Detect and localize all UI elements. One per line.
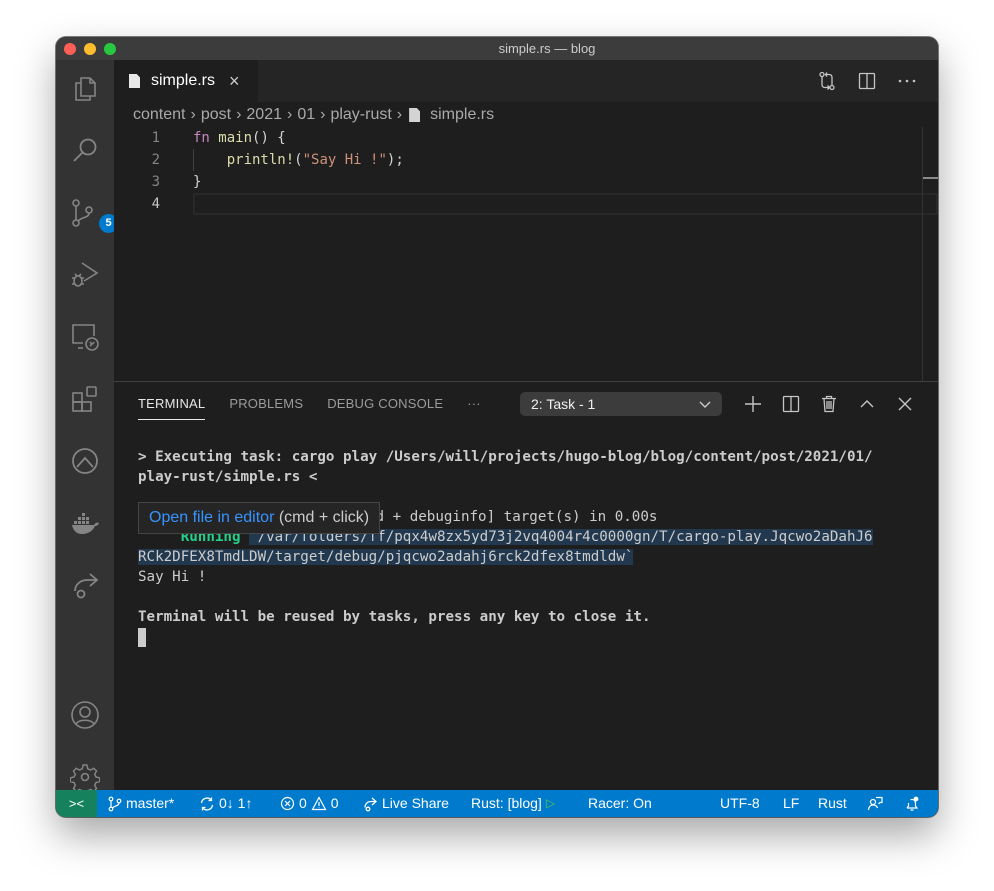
breadcrumb-item[interactable]: 2021 xyxy=(246,104,282,126)
terminal-line xyxy=(138,627,928,647)
executable-path-link[interactable]: RCk2DFEX8TmdLDW/target/debug/pjqcwo2adah… xyxy=(138,549,634,565)
editor-tab-bar: simple.rs × xyxy=(114,60,938,102)
gear-icon[interactable] xyxy=(69,762,101,796)
new-terminal-icon[interactable] xyxy=(742,392,764,416)
scrollbar-cursor-marker xyxy=(923,177,938,179)
code-editor[interactable]: 1 fn main() { 2 println!("Say Hi !"); 3 … xyxy=(114,127,938,215)
code-line: 3 } xyxy=(114,171,938,193)
status-bar: >< master* 0↓ 1↑ 0 0 Live Share Rust: [b… xyxy=(56,790,938,817)
encoding-status[interactable]: UTF-8 xyxy=(720,790,760,817)
tab-label: simple.rs xyxy=(151,72,216,89)
account-icon[interactable] xyxy=(70,700,100,730)
problems-status[interactable]: 0 0 xyxy=(280,790,339,817)
open-changes-icon[interactable] xyxy=(816,69,838,93)
file-icon xyxy=(409,108,421,122)
terminal-select[interactable]: 2: Task - 1 xyxy=(520,392,722,416)
breadcrumb-item[interactable]: play-rust xyxy=(330,104,391,126)
tab-terminal[interactable]: TERMINAL xyxy=(138,394,206,420)
source-control-icon[interactable]: 5 xyxy=(70,198,118,233)
terminal-line: > Executing task: cargo play /Users/will… xyxy=(138,449,873,465)
breadcrumb-item[interactable]: post xyxy=(201,104,231,126)
live-share-icon xyxy=(364,797,377,811)
breadcrumb: content › post › 2021 › 01 › play-rust ›… xyxy=(133,104,494,126)
more-actions-icon[interactable] xyxy=(896,69,918,93)
feedback-icon[interactable] xyxy=(867,790,883,817)
open-file-link[interactable]: Open file in editor xyxy=(149,509,274,526)
docker-icon[interactable] xyxy=(70,508,100,538)
breadcrumb-item[interactable]: 01 xyxy=(297,104,315,126)
git-branch-icon xyxy=(108,796,122,811)
live-share-icon[interactable] xyxy=(70,570,100,600)
editor-tab-simple-rs[interactable]: simple.rs × xyxy=(114,60,258,102)
panel-actions xyxy=(742,392,916,416)
terminal-line: play-rust/simple.rs < xyxy=(138,469,318,485)
sync-icon xyxy=(200,796,214,811)
tab-problems[interactable]: PROBLEMS xyxy=(229,394,303,420)
eol-status[interactable]: LF xyxy=(783,790,799,817)
panel-more-button[interactable]: ··· xyxy=(467,394,481,420)
breadcrumb-item[interactable]: content xyxy=(133,104,185,126)
breadcrumb-separator: › xyxy=(286,106,293,123)
live-share-status[interactable]: Live Share xyxy=(362,790,449,817)
play-icon: ▷ xyxy=(545,796,556,810)
line-number: 2 xyxy=(151,152,160,168)
panel-tabs: TERMINAL PROBLEMS DEBUG CONSOLE ··· xyxy=(138,394,481,420)
terminal-cursor xyxy=(138,628,146,647)
split-terminal-icon[interactable] xyxy=(780,392,802,416)
bottom-panel: TERMINAL PROBLEMS DEBUG CONSOLE ··· 2: T… xyxy=(114,381,938,790)
run-debug-icon[interactable] xyxy=(70,260,100,290)
terminal-select-value: 2: Task - 1 xyxy=(531,396,596,412)
breadcrumb-separator: › xyxy=(190,106,196,123)
line-number: 3 xyxy=(151,174,160,190)
editor-actions xyxy=(816,69,918,93)
hover-hint: (cmd + click) xyxy=(274,509,370,526)
remote-explorer-icon[interactable] xyxy=(70,322,100,352)
terminal-output[interactable]: > Executing task: cargo play /Users/will… xyxy=(138,447,928,647)
code-text: println!("Say Hi !"); xyxy=(226,152,404,168)
vscode-window: simple.rs — blog 5 simple.rs × content ›… xyxy=(56,37,938,817)
terminal-line: Say Hi ! xyxy=(138,569,207,585)
code-line: 2 println!("Say Hi !"); xyxy=(114,149,938,171)
title-bar: simple.rs — blog xyxy=(56,37,938,60)
line-number: 4 xyxy=(151,196,160,212)
files-icon[interactable] xyxy=(70,74,100,104)
breadcrumb-separator: › xyxy=(236,106,242,123)
warning-icon xyxy=(311,796,327,811)
breadcrumb-item[interactable]: simple.rs xyxy=(430,104,494,126)
tab-debug-console[interactable]: DEBUG CONSOLE xyxy=(327,394,443,420)
terminal-line: RCk2DFEX8TmdLDW/target/debug/pjqcwo2adah… xyxy=(138,547,928,567)
editor-scrollbar[interactable] xyxy=(922,127,938,381)
window-title: simple.rs — blog xyxy=(498,41,596,56)
branch-status[interactable]: master* xyxy=(108,790,174,817)
extensions-icon[interactable] xyxy=(70,384,100,414)
terminal-line: Terminal will be reused by tasks, press … xyxy=(138,609,651,625)
line-number: 1 xyxy=(151,130,160,146)
file-icon xyxy=(129,74,140,88)
error-icon xyxy=(280,796,295,811)
code-line-current: 4 xyxy=(114,193,938,215)
trash-icon[interactable] xyxy=(818,392,840,416)
code-line: 1 fn main() { xyxy=(114,127,938,149)
maximize-panel-icon[interactable] xyxy=(856,392,878,416)
language-status[interactable]: Rust xyxy=(818,790,847,817)
chevron-down-icon xyxy=(698,392,712,423)
notifications-icon[interactable] xyxy=(904,790,920,817)
chevron-circle-icon[interactable] xyxy=(70,446,100,476)
editor-area: simple.rs × content › post › 2021 › 01 ›… xyxy=(114,60,938,381)
activity-bar: 5 xyxy=(56,60,118,796)
code-text: } xyxy=(193,174,202,190)
breadcrumb-separator: › xyxy=(320,106,326,123)
racer-status[interactable]: Racer: On xyxy=(588,790,652,817)
close-panel-icon[interactable] xyxy=(894,392,916,416)
remote-indicator[interactable]: >< xyxy=(56,790,97,817)
rust-workspace-status[interactable]: Rust: [blog] ▷ xyxy=(471,790,555,817)
code-text: fn main() { xyxy=(193,130,286,146)
search-icon[interactable] xyxy=(70,136,100,166)
breadcrumb-separator: › xyxy=(396,106,403,123)
sync-status[interactable]: 0↓ 1↑ xyxy=(199,790,252,817)
split-editor-icon[interactable] xyxy=(856,69,878,93)
close-tab-icon[interactable]: × xyxy=(229,60,240,102)
link-hover-tooltip: Open file in editor (cmd + click) xyxy=(138,502,380,534)
